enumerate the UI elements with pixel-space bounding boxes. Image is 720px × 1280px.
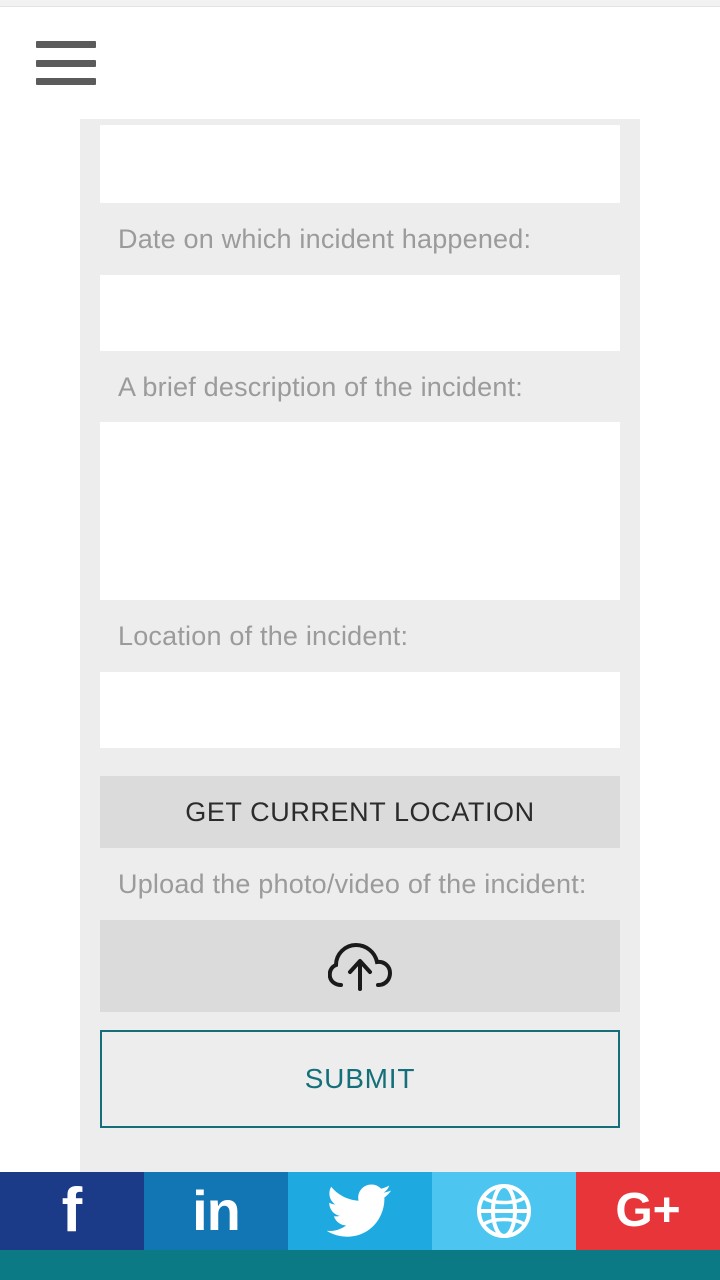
google-plus-icon: G+ [615,1184,681,1237]
get-current-location-button[interactable]: GET CURRENT LOCATION [100,776,620,849]
linkedin-link[interactable]: in [144,1172,288,1250]
upload-media-button[interactable] [100,919,620,1012]
globe-icon [477,1184,531,1238]
date-field-label: Date on which incident happened: [118,224,532,254]
hamburger-bar-3 [36,78,96,85]
submit-button[interactable]: SUBMIT [100,1029,620,1128]
incident-description-textarea[interactable] [100,422,620,601]
app-header [0,7,720,119]
upload-field-label: Upload the photo/video of the incident: [118,869,587,900]
facebook-icon: f [61,1176,83,1245]
hamburger-bar-2 [36,59,96,67]
hamburger-menu-icon[interactable] [36,41,96,85]
facebook-link[interactable]: f [0,1172,144,1250]
bottom-accent-strip [0,1250,720,1280]
linkedin-icon: in [192,1179,241,1242]
social-links-bar: f in G+ [0,1172,720,1250]
status-strip [0,0,720,7]
google-plus-link[interactable]: G+ [576,1172,720,1250]
incident-location-input[interactable] [100,672,620,749]
location-field-label: Location of the incident: [118,621,409,652]
cloud-upload-icon [328,942,392,991]
hamburger-bar-1 [36,41,96,48]
twitter-icon [326,1184,391,1237]
twitter-link[interactable] [288,1172,432,1250]
app-screen: Date on which incident happened: A brief… [0,0,720,1280]
incident-form-card: Date on which incident happened: A brief… [80,119,640,1172]
incident-date-input[interactable] [100,274,620,351]
website-link[interactable] [432,1172,576,1250]
description-field-label: A brief description of the incident: [118,371,523,402]
incident-title-input[interactable] [100,125,620,203]
